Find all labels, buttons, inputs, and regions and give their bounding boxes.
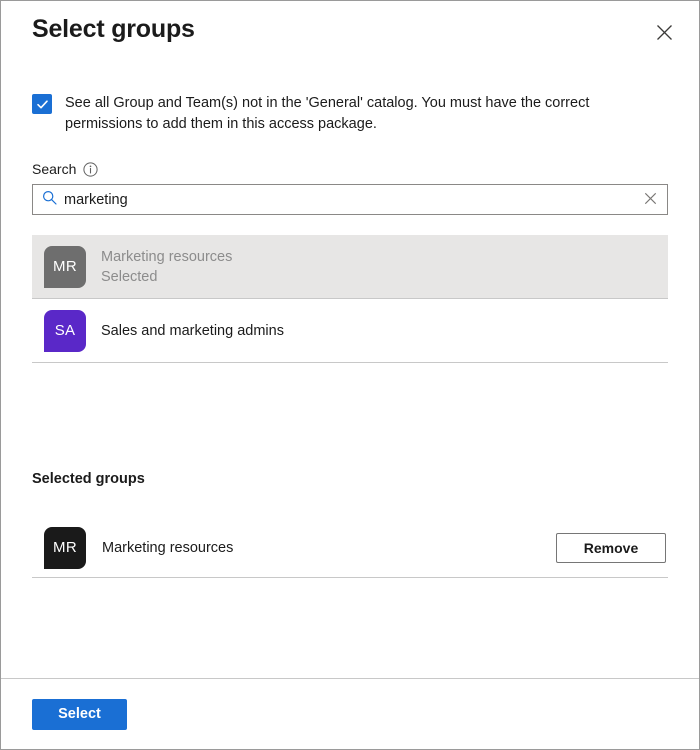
search-box[interactable]	[32, 184, 668, 215]
dialog-footer: Select	[1, 678, 699, 749]
remove-button[interactable]: Remove	[556, 533, 666, 563]
see-all-groups-checkbox[interactable]	[32, 94, 52, 114]
list-item: MR Marketing resources Selected	[32, 235, 668, 299]
avatar-initials: MR	[53, 258, 77, 275]
search-input[interactable]	[64, 185, 637, 214]
search-label-row: Search	[32, 161, 668, 177]
select-button[interactable]: Select	[32, 699, 127, 730]
avatar: MR	[44, 527, 86, 569]
catalog-checkbox-label: See all Group and Team(s) not in the 'Ge…	[65, 93, 630, 135]
page-title: Select groups	[32, 15, 195, 44]
search-label: Search	[32, 161, 76, 177]
checkmark-icon	[36, 98, 49, 111]
avatar-initials: MR	[53, 539, 77, 556]
search-section: Search	[32, 161, 668, 215]
list-item[interactable]: SA Sales and marketing admins	[32, 299, 668, 363]
dialog-body: See all Group and Team(s) not in the 'Ge…	[1, 63, 699, 678]
selected-groups-section: Selected groups MR Marketing resources R…	[32, 471, 668, 578]
status-badge: Selected	[101, 269, 232, 285]
catalog-checkbox-row[interactable]: See all Group and Team(s) not in the 'Ge…	[32, 93, 668, 135]
group-name: Sales and marketing admins	[101, 323, 284, 339]
dialog-header: Select groups	[1, 1, 699, 63]
avatar: SA	[44, 310, 86, 352]
search-icon	[42, 190, 57, 210]
close-button[interactable]	[650, 18, 678, 46]
selected-groups-heading: Selected groups	[32, 471, 668, 487]
close-icon	[656, 24, 673, 41]
list-item-text: Sales and marketing admins	[101, 323, 284, 339]
avatar-initials: SA	[55, 322, 76, 339]
avatar: MR	[44, 246, 86, 288]
clear-icon	[644, 192, 657, 208]
group-name: Marketing resources	[102, 540, 556, 556]
group-name: Marketing resources	[101, 249, 232, 265]
list-item-text: Marketing resources Selected	[101, 249, 232, 285]
table-row: MR Marketing resources Remove	[32, 518, 668, 578]
clear-search-button[interactable]	[637, 187, 663, 213]
select-groups-dialog: Select groups See all Group and Team(s) …	[0, 0, 700, 750]
search-results-list: MR Marketing resources Selected SA Sales…	[32, 235, 668, 363]
info-icon[interactable]	[83, 162, 98, 177]
